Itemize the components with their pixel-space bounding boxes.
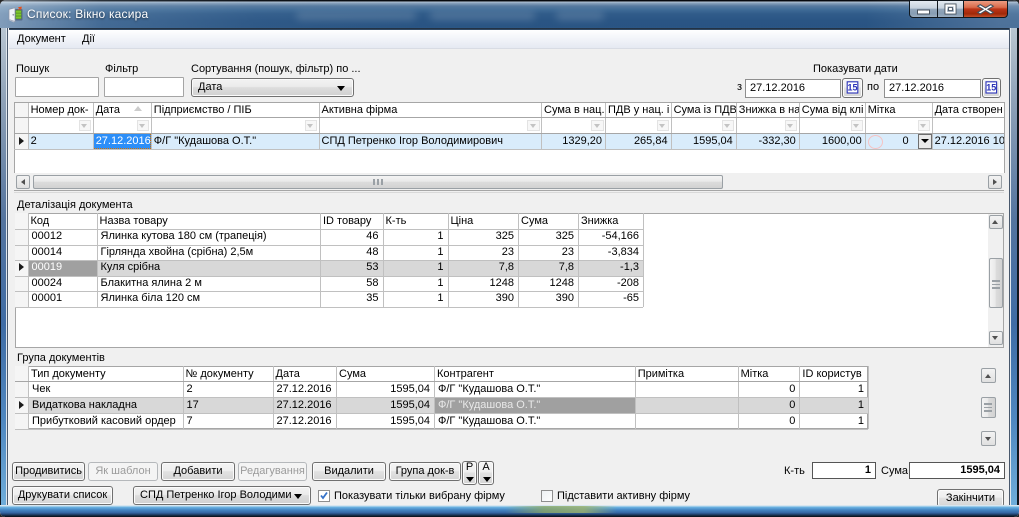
svg-text:15: 15	[986, 83, 996, 93]
svg-text:15: 15	[847, 83, 857, 93]
